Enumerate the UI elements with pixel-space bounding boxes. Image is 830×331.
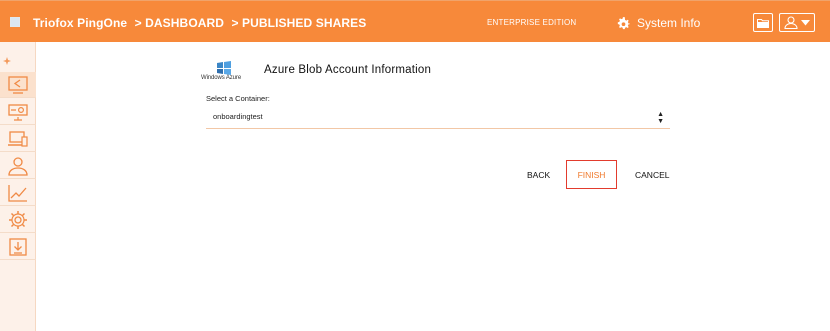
user-menu-button[interactable] <box>779 13 815 32</box>
caret-down-icon <box>801 19 810 25</box>
brand-link[interactable]: Triofox PingOne <box>33 16 127 30</box>
windows-azure-logo-text: Windows Azure <box>201 75 242 81</box>
download-icon <box>9 237 27 256</box>
folder-button[interactable] <box>753 13 773 32</box>
back-button[interactable]: BACK <box>527 170 550 180</box>
sidebar-item-shares[interactable] <box>0 72 36 98</box>
sidebar-item-downloads[interactable] <box>0 234 36 260</box>
edition-label: ENTERPRISE EDITION <box>487 18 577 27</box>
pin-icon[interactable] <box>3 57 11 65</box>
share-icon <box>8 75 28 94</box>
top-header: Triofox PingOne > DASHBOARD > PUBLISHED … <box>0 0 830 42</box>
user-icon <box>8 156 28 176</box>
container-select[interactable]: onboardingtest ▲ ▼ <box>206 108 670 129</box>
system-info-label: System Info <box>637 16 701 30</box>
windows-flag-icon <box>217 61 231 75</box>
monitor-gear-icon <box>8 103 28 121</box>
page-title: Azure Blob Account Information <box>264 64 432 76</box>
user-icon <box>784 16 798 29</box>
settings-icon <box>9 210 27 229</box>
folder-icon <box>757 18 769 28</box>
breadcrumb: Triofox PingOne > DASHBOARD > PUBLISHED … <box>33 16 370 30</box>
breadcrumb-published-shares[interactable]: > PUBLISHED SHARES <box>232 16 367 30</box>
sidebar-item-users[interactable] <box>0 153 36 179</box>
cancel-button[interactable]: CANCEL <box>635 170 669 180</box>
chart-icon <box>8 184 27 202</box>
sidebar-item-reports[interactable] <box>0 180 36 206</box>
sidebar-item-servers[interactable] <box>0 99 36 125</box>
left-sidebar <box>0 42 36 331</box>
container-select-label: Select a Container: <box>206 94 270 103</box>
finish-button[interactable]: FINISH <box>566 160 617 189</box>
broken-logo-image <box>10 17 20 27</box>
sidebar-item-settings[interactable] <box>0 207 36 233</box>
sidebar-item-devices[interactable] <box>0 126 36 152</box>
select-arrows-icon: ▲ ▼ <box>657 111 664 125</box>
system-info-button[interactable]: System Info <box>615 14 700 32</box>
breadcrumb-dashboard[interactable]: > DASHBOARD <box>135 16 224 30</box>
container-select-value: onboardingtest <box>213 112 263 121</box>
gear-icon <box>617 16 630 29</box>
windows-azure-logo: Windows Azure <box>201 61 249 83</box>
devices-icon <box>8 130 28 147</box>
